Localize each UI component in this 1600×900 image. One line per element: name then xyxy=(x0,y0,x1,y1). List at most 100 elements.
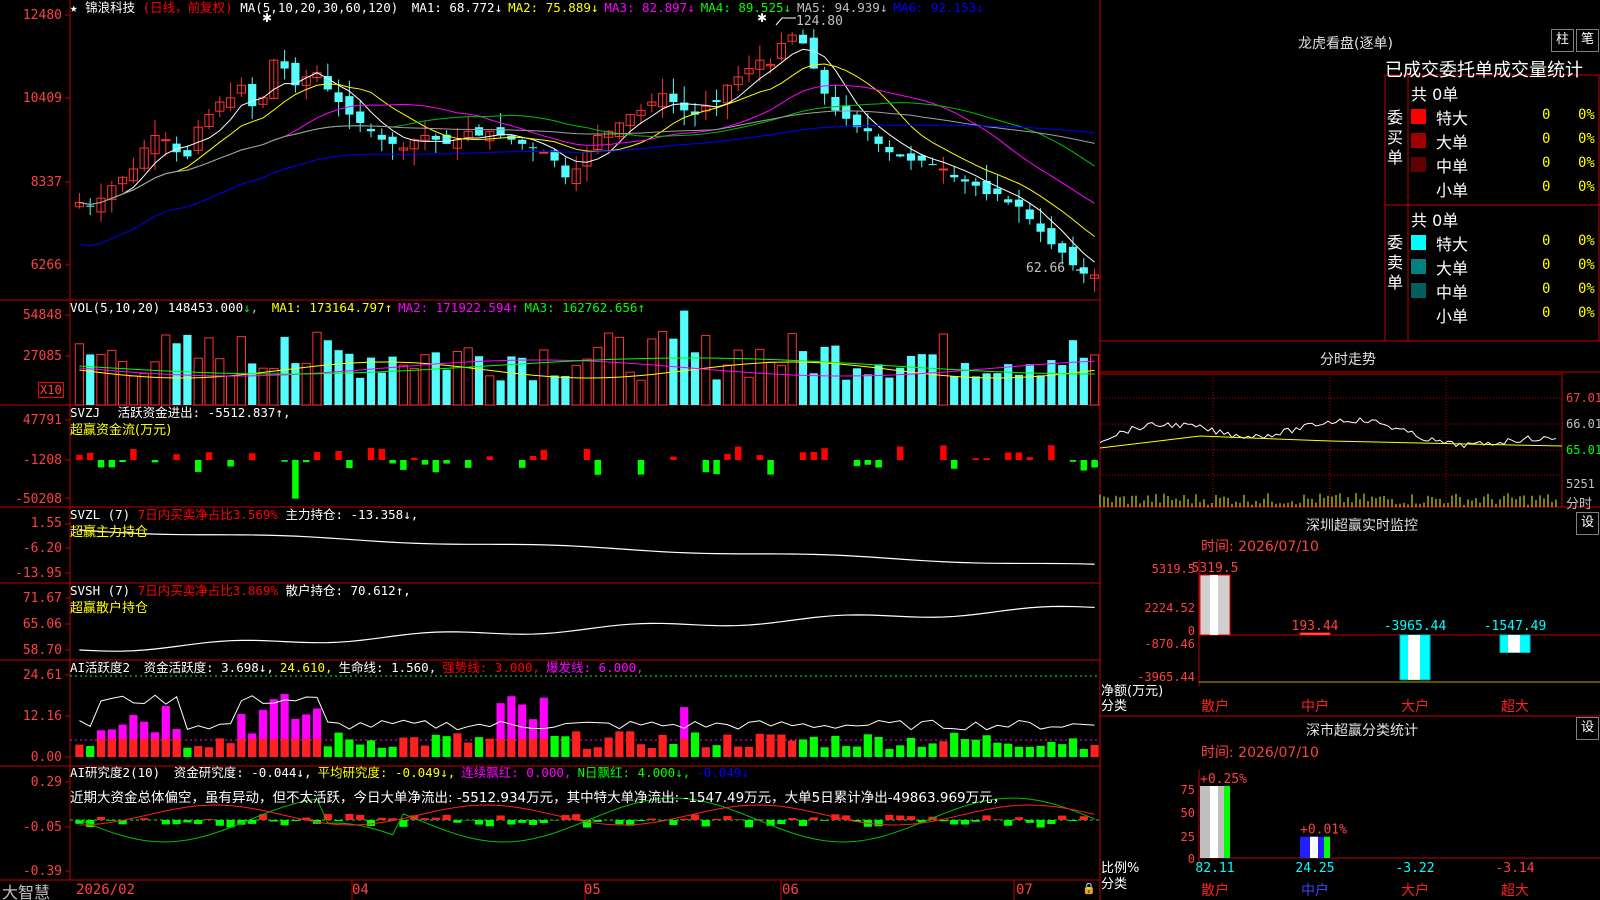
volume-bar xyxy=(442,369,451,405)
svzj-bar xyxy=(583,448,591,460)
volume-bar xyxy=(960,363,970,405)
bar-mode-button[interactable]: 柱 xyxy=(1551,29,1574,52)
ai-active-bar xyxy=(1014,746,1024,757)
dragon-tiger-tabs[interactable]: 已成交委托单成交量统计 xyxy=(1385,56,1583,82)
app-logo[interactable]: 大智慧 xyxy=(2,879,50,900)
ai-research-bar xyxy=(669,820,678,826)
ai-active-bar xyxy=(658,734,667,757)
svzj-bar xyxy=(821,448,828,460)
candle-body xyxy=(248,84,257,107)
ai-active-bar xyxy=(615,731,624,757)
vol-items-item: MA1: 173164.797↑ xyxy=(271,300,393,315)
ai-research-bar xyxy=(140,818,149,820)
pen-mode-button[interactable]: 笔 xyxy=(1576,29,1599,52)
volume-bar xyxy=(636,379,646,406)
ai-active-line xyxy=(79,694,1095,731)
svzj-y-tick: -50208 xyxy=(15,492,62,507)
x-axis-label: 04 xyxy=(352,882,369,898)
sz-class-settings-button[interactable]: 设 xyxy=(1576,717,1599,740)
svzj-y-tick: 47791 xyxy=(22,413,62,428)
volume-bar xyxy=(787,333,797,406)
ai-active-bar-base xyxy=(172,739,181,757)
volume-bar xyxy=(950,375,959,405)
stock-name: 锦浪科技 xyxy=(85,0,136,15)
svsh-header: SVSH (7) 7日内买卖净占比3.869% 散户持仓: 70.612↑, xyxy=(70,584,411,598)
ai-active-bar xyxy=(572,731,581,757)
ai-active-bar-base xyxy=(291,739,300,757)
vol-y-tick: 27085 xyxy=(22,349,62,364)
ai-research-bar xyxy=(107,820,116,821)
vol-ma-values: MA1: 173164.797↑ MA2: 171922.594↑ MA3: 162… xyxy=(266,300,645,315)
candle-body xyxy=(669,93,678,103)
ai-active-bar xyxy=(561,736,570,757)
buy-side-label: 委买单 xyxy=(1386,108,1403,167)
sz-class-category: 大户 xyxy=(1401,882,1429,899)
svsh-subtitle: 超赢散户持仓 xyxy=(70,601,149,616)
sell-level-pct: 0% xyxy=(1578,257,1595,273)
ai-active-bar xyxy=(377,747,386,757)
svzl-subtitle: 超赢主力持仓 xyxy=(70,525,149,540)
volume-bar xyxy=(690,352,700,405)
svzj-bar xyxy=(292,460,299,499)
sz-monitor-settings-button[interactable]: 设 xyxy=(1576,512,1599,535)
svzj-y-tick: -1208 xyxy=(22,453,62,468)
x-axis-label: 2026/02 xyxy=(76,882,136,898)
volume-bar xyxy=(204,337,214,406)
svzl-line xyxy=(79,529,1095,565)
svzj-value: 活跃资金进出: -5512.837↑, xyxy=(117,405,291,420)
ai-active-bar xyxy=(939,741,948,757)
svzl-y-tick: -13.95 xyxy=(15,566,62,581)
ai-research-bar xyxy=(723,816,732,820)
ai-active-bar xyxy=(485,738,494,757)
ai-research-bar xyxy=(690,814,700,820)
candle-body xyxy=(852,114,862,128)
ai-active-bar xyxy=(604,737,613,757)
volume-bar xyxy=(139,372,149,406)
price-panel-header: ★ 锦浪科技 (日线，前复权) MA(5,10,20,30,60,120) MA… xyxy=(70,1,984,15)
svzj-bar xyxy=(983,458,990,460)
candle-body xyxy=(86,205,95,207)
volume-bar xyxy=(647,338,657,406)
ai-active-bar xyxy=(388,746,397,757)
ai-research-bar xyxy=(215,820,224,826)
sz-class-value-label: -3.14 xyxy=(1495,861,1534,876)
sz-class-value-label: 82.11 xyxy=(1195,861,1234,876)
svzj-bar xyxy=(205,452,213,460)
ma-items-item: MA4: 89.525↓ xyxy=(700,0,792,15)
lock-icon[interactable]: 🔒 xyxy=(1082,882,1096,895)
candle-body xyxy=(431,135,440,140)
ai-active-bar xyxy=(960,739,970,757)
candle-body xyxy=(1058,243,1067,253)
ai-active-bar xyxy=(755,733,764,757)
ai-research-bar xyxy=(550,820,559,821)
ai-active-bar xyxy=(701,747,710,757)
ai-active-bar xyxy=(410,737,419,757)
sz-monitor-category: 中户 xyxy=(1301,698,1329,715)
candle-body xyxy=(896,154,905,157)
sz-class-value-label: 24.25 xyxy=(1295,861,1334,876)
ai-active-header: AI活跃度2 资金活跃度: 3.698↓, 24.610, 生命线: 1.560, 强… xyxy=(70,661,644,675)
sz-class-category: 散户 xyxy=(1201,882,1229,899)
sell-level-name: 中单 xyxy=(1436,283,1469,302)
ai-active-bar-base xyxy=(528,739,538,757)
star-icon[interactable]: ★ xyxy=(70,0,78,15)
svzj-bar xyxy=(529,455,537,460)
ai-research-bar xyxy=(701,820,710,827)
svzj-bar xyxy=(130,449,137,460)
buy-level-count: 0 xyxy=(1542,131,1551,147)
volume-bar xyxy=(1014,374,1024,405)
sz-class-y-tick: 25 xyxy=(1181,830,1195,844)
volume-bar xyxy=(1047,360,1056,405)
sell-level-pct: 0% xyxy=(1578,305,1595,321)
ai-active-bar xyxy=(334,732,343,757)
volume-bar xyxy=(366,357,376,405)
ai-research-bar xyxy=(647,818,656,820)
ai-research-items-item: -0.049↓ xyxy=(696,765,749,780)
svzj-bar xyxy=(724,453,731,460)
svzj-bar xyxy=(594,460,602,475)
svzj-bar xyxy=(896,446,904,460)
ai-research-bar xyxy=(809,817,818,820)
ai-research-items-item: N日飘红: 4.000↓, xyxy=(577,765,691,780)
sell-swatch xyxy=(1411,283,1426,298)
sz-class-category: 超大 xyxy=(1501,883,1529,899)
